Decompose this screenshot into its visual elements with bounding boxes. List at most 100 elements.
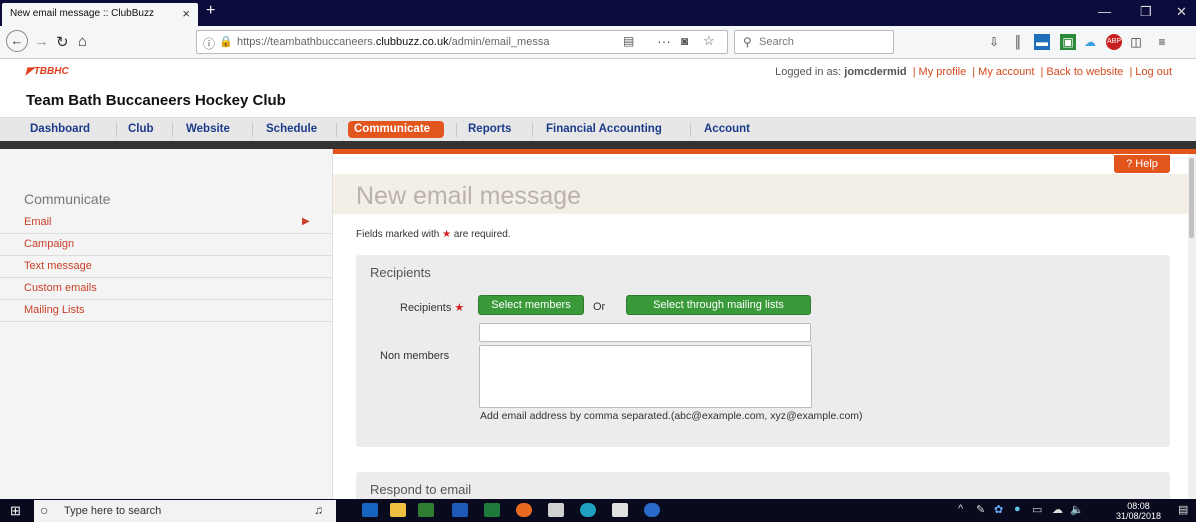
log-out-link[interactable]: Log out	[1135, 66, 1172, 78]
browser-tab-bar: New email message :: ClubBuzz × + — ❐ ✕	[0, 0, 1196, 26]
app-icon[interactable]	[580, 503, 596, 517]
close-tab-icon[interactable]: ×	[182, 6, 190, 21]
clock-date: 31/08/2018	[1116, 511, 1162, 521]
extension-icon[interactable]: ▬	[1034, 34, 1050, 50]
firefox-icon[interactable]	[516, 503, 532, 517]
content-accent-strip	[333, 149, 1196, 154]
tray-app-icon[interactable]: ✿	[994, 503, 1003, 516]
nav-communicate-label: Communicate	[354, 123, 431, 135]
back-icon[interactable]: ←	[6, 30, 28, 52]
recipients-panel: Recipients Recipients ★ Select members O…	[356, 255, 1170, 447]
header-divider	[0, 141, 1196, 149]
lock-icon: 🔒	[219, 36, 233, 48]
reader-icon[interactable]: ▤	[623, 34, 634, 48]
non-members-input[interactable]	[479, 323, 811, 342]
sidebar-item-campaign[interactable]: Campaign	[0, 234, 333, 256]
nav-financial-accounting[interactable]: Financial Accounting	[546, 123, 662, 135]
windows-start-icon[interactable]: ⊞	[10, 503, 21, 519]
battery-icon[interactable]: ▭	[1032, 503, 1042, 516]
sidebar-item-custom-emails[interactable]: Custom emails	[0, 278, 333, 300]
page-title-bar: New email message	[333, 174, 1196, 214]
recipients-heading: Recipients	[370, 265, 431, 280]
cloud-icon[interactable]: ☁	[1082, 34, 1098, 50]
library-icon[interactable]: ║	[1010, 34, 1026, 50]
page-title: New email message	[356, 182, 582, 210]
tray-chevron-icon[interactable]: ^	[958, 503, 963, 515]
club-logo[interactable]: ◤TBBHC	[26, 66, 69, 77]
window-close-icon[interactable]: ✕	[1176, 4, 1187, 20]
project-icon[interactable]	[418, 503, 434, 517]
select-members-button[interactable]: Select members	[478, 295, 584, 315]
nav-reports[interactable]: Reports	[468, 123, 511, 135]
nav-website[interactable]: Website	[186, 123, 230, 135]
sidebar-item-email[interactable]: Email ▶	[0, 212, 333, 234]
browser-tab[interactable]: New email message :: ClubBuzz ×	[2, 3, 198, 26]
volume-icon[interactable]: 🔈	[1070, 503, 1084, 516]
required-star-icon: ★	[442, 229, 452, 240]
logo-text: TBBHC	[33, 66, 69, 77]
logged-in-label: Logged in as:	[775, 66, 842, 78]
page-scrollbar[interactable]	[1188, 154, 1196, 499]
tab-title: New email message :: ClubBuzz	[10, 8, 154, 19]
word-icon[interactable]	[452, 503, 468, 517]
club-name: Team Bath Buccaneers Hockey Club	[26, 92, 286, 109]
url-text[interactable]: https://teambathbuccaneers.clubbuzz.co.u…	[237, 36, 591, 48]
nav-club[interactable]: Club	[128, 123, 154, 135]
search-icon: ⚲	[743, 35, 752, 49]
scrollbar-thumb[interactable]	[1189, 158, 1194, 238]
adblock-icon[interactable]: ABP	[1106, 34, 1122, 50]
url-bar[interactable]: ⓘ 🔒 https://teambathbuccaneers.clubbuzz.…	[196, 30, 728, 54]
taskbar-clock[interactable]: 08:08 31/08/2018	[1116, 501, 1161, 521]
home-icon[interactable]: ⌂	[78, 33, 87, 50]
restore-icon[interactable]: ❐	[1140, 4, 1152, 20]
info-icon[interactable]: ⓘ	[203, 35, 215, 52]
taskbar-search-input[interactable]: ○ Type here to search ♫	[34, 500, 336, 522]
more-icon[interactable]: ···	[657, 33, 671, 49]
downloads-icon[interactable]: ⇩	[986, 34, 1002, 50]
my-account-link[interactable]: My account	[978, 66, 1034, 78]
microphone-icon[interactable]: ♫	[314, 503, 323, 517]
help-button[interactable]: ? Help	[1114, 155, 1170, 173]
app2-icon[interactable]	[612, 503, 628, 517]
main-nav: Dashboard Club Website Schedule Communic…	[0, 117, 1196, 141]
sidebar-item-label: Custom emails	[24, 282, 97, 294]
taskbar-search-placeholder: Type here to search	[64, 505, 162, 517]
tray-pen-icon[interactable]: ✎	[976, 503, 985, 516]
sidebar-item-text-message[interactable]: Text message	[0, 256, 333, 278]
sidebar-item-label: Mailing Lists	[24, 304, 85, 316]
excel-icon[interactable]	[484, 503, 500, 517]
pocket-icon[interactable]: ◙	[681, 34, 688, 48]
search-placeholder: Search	[759, 36, 794, 48]
app3-icon[interactable]	[644, 503, 660, 517]
tray-app2-icon[interactable]: ●	[1014, 503, 1021, 515]
back-to-website-link[interactable]: Back to website	[1046, 66, 1123, 78]
nav-schedule[interactable]: Schedule	[266, 123, 317, 135]
nav-dashboard[interactable]: Dashboard	[30, 123, 90, 135]
nav-account[interactable]: Account	[704, 123, 750, 135]
reload-icon[interactable]: ↻	[56, 33, 69, 51]
active-arrow-icon: ▶	[302, 216, 310, 227]
sidebar-item-label: Campaign	[24, 238, 75, 250]
non-members-textarea[interactable]	[479, 345, 812, 408]
outlook-icon[interactable]	[362, 503, 378, 517]
forward-icon[interactable]: →	[34, 33, 49, 50]
nav-communicate[interactable]: Communicate	[348, 121, 444, 138]
notifications-icon[interactable]: ▤	[1178, 503, 1188, 516]
browser-search-input[interactable]: ⚲ Search	[734, 30, 894, 54]
network-icon[interactable]: ☁	[1052, 503, 1063, 516]
login-bar: Logged in as: jomcdermid | My profile | My…	[775, 66, 1172, 78]
sidebar-item-mailing-lists[interactable]: Mailing Lists	[0, 300, 333, 322]
username: jomcdermid	[844, 66, 907, 78]
extension-badge-icon[interactable]: ▣	[1060, 34, 1076, 50]
bookmark-star-icon[interactable]: ☆	[703, 33, 715, 49]
recipients-label: Recipients ★	[400, 302, 465, 314]
file-explorer-icon[interactable]	[390, 503, 406, 517]
non-members-hint: Add email address by comma separated.(ab…	[480, 410, 863, 422]
minimize-icon[interactable]: —	[1098, 4, 1111, 19]
sidebar-icon[interactable]: ◫	[1128, 34, 1144, 50]
select-mailing-lists-button[interactable]: Select through mailing lists	[626, 295, 811, 315]
new-tab-icon[interactable]: +	[206, 2, 215, 20]
menu-icon[interactable]: ≡	[1154, 34, 1170, 50]
my-profile-link[interactable]: My profile	[919, 66, 967, 78]
calculator-icon[interactable]	[548, 503, 564, 517]
